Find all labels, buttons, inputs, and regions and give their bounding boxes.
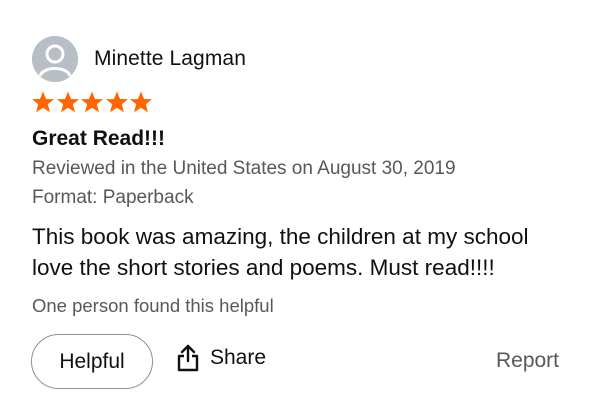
report-link[interactable]: Report <box>496 349 559 373</box>
avatar-icon <box>32 36 78 82</box>
share-label: Share <box>210 346 267 369</box>
review-format[interactable]: Format: Paperback <box>32 187 194 209</box>
star-icon <box>105 91 128 113</box>
helpful-button[interactable]: Helpful <box>31 334 153 389</box>
share-icon <box>177 344 199 372</box>
review-title: Great Read!!! <box>32 127 166 150</box>
star-icon <box>56 91 79 113</box>
review-date: Reviewed in the United States on August … <box>32 158 456 179</box>
star-icon <box>130 91 152 113</box>
customer-review: Minette Lagman Great Read!!! Reviewed in… <box>0 0 590 414</box>
star-icon <box>32 91 54 113</box>
review-body: This book was amazing, the children at m… <box>32 224 529 280</box>
helpful-count: One person found this helpful <box>32 295 274 316</box>
star-rating[interactable] <box>31 90 154 114</box>
share-button[interactable]: Share <box>176 344 266 372</box>
reviewer-name[interactable]: Minette Lagman <box>94 47 246 71</box>
reviewer-profile[interactable]: Minette Lagman <box>32 36 246 82</box>
star-icon <box>81 91 103 113</box>
